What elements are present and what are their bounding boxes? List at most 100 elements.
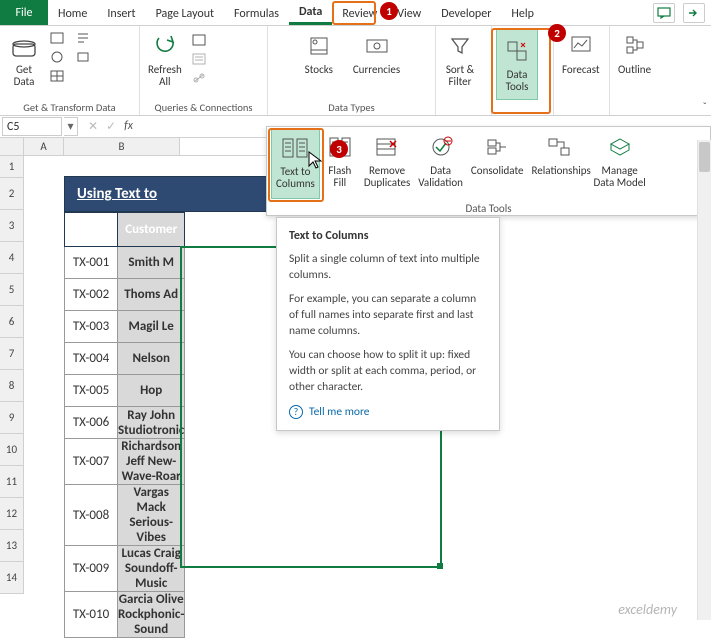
relationships-icon: [543, 131, 575, 163]
share-icon[interactable]: [683, 3, 705, 23]
cursor-icon: [307, 150, 323, 170]
table-row[interactable]: TX-006Ray John Studiotronic: [65, 407, 185, 439]
tooltip-text-to-columns: Text to Columns Split a single column of…: [276, 217, 500, 431]
currencies-icon: [361, 30, 393, 62]
row-header[interactable]: 1: [0, 156, 24, 178]
get-data-button[interactable]: Get Data: [4, 28, 44, 90]
manage-data-model-icon: [604, 131, 636, 163]
edit-links-icon[interactable]: [190, 70, 208, 86]
comments-icon[interactable]: [653, 3, 675, 23]
table-row[interactable]: TX-007Richardson Jeff New-Wave-Roar: [65, 439, 185, 485]
consolidate-button[interactable]: Consolidate: [467, 129, 528, 199]
from-table-icon[interactable]: [48, 68, 66, 84]
table-row[interactable]: TX-001Smith M: [65, 247, 185, 279]
row-header[interactable]: 9: [0, 402, 24, 434]
data-tools-icon: [501, 35, 533, 67]
relationships-button[interactable]: Relationships: [528, 129, 590, 199]
tab-help[interactable]: Help: [501, 0, 544, 25]
data-tools-popout: Text to Columns Flash Fill Remove Duplic…: [266, 126, 711, 216]
collapse-ribbon-icon[interactable]: ˇ: [703, 100, 707, 113]
consolidate-icon: [481, 131, 513, 163]
tab-data[interactable]: Data: [289, 0, 332, 25]
row-header[interactable]: 7: [0, 338, 24, 370]
row-header[interactable]: 13: [0, 530, 24, 562]
table-row[interactable]: TX-009Lucas Craig Soundoff-Music: [65, 546, 185, 592]
tooltip-text: You can choose how to split it up: fixed…: [289, 347, 487, 395]
group-label-datatypes: Data Types: [272, 100, 431, 115]
file-tab[interactable]: File: [0, 0, 48, 25]
tooltip-text: Split a single column of text into multi…: [289, 251, 487, 283]
tooltip-title: Text to Columns: [289, 228, 487, 245]
from-text-icon[interactable]: [48, 30, 66, 46]
row-header[interactable]: 11: [0, 466, 24, 498]
watermark: exceldemy: [618, 601, 677, 618]
remove-duplicates-icon: [371, 131, 403, 163]
tab-strip: File Home Insert Page Layout Formulas Da…: [0, 0, 711, 26]
forecast-icon: [565, 30, 597, 62]
recent-sources-icon[interactable]: [74, 30, 92, 46]
funnel-icon: [444, 30, 476, 62]
queries-icon[interactable]: [190, 32, 208, 48]
refresh-all-button[interactable]: Refresh All: [144, 28, 186, 90]
fill-handle[interactable]: [437, 563, 443, 569]
row-header[interactable]: 2: [0, 178, 24, 210]
remove-duplicates-button[interactable]: Remove Duplicates: [360, 129, 414, 199]
callout-num-2: 2: [548, 24, 566, 42]
enter-formula-icon[interactable]: ✓: [106, 119, 116, 134]
row-header[interactable]: 10: [0, 434, 24, 466]
table-row[interactable]: TX-002Thoms Ad: [65, 279, 185, 311]
data-validation-icon: [425, 131, 457, 163]
col-header-a[interactable]: A: [24, 138, 64, 155]
from-web-icon[interactable]: [48, 49, 66, 65]
popout-group-label: Data Tools: [267, 201, 710, 216]
select-all-corner[interactable]: [0, 138, 24, 155]
stocks-icon: [303, 30, 335, 62]
row-header[interactable]: 5: [0, 274, 24, 306]
tell-me-more-link[interactable]: ? Tell me more: [289, 404, 487, 420]
tab-developer[interactable]: Developer: [431, 0, 501, 25]
name-box[interactable]: C5: [2, 117, 62, 136]
table-row[interactable]: TX-004Nelson: [65, 343, 185, 375]
cancel-formula-icon[interactable]: ✕: [88, 119, 98, 134]
group-label-get: Get & Transform Data: [4, 100, 135, 115]
table-row[interactable]: TX-008Vargas Mack Serious-Vibes: [65, 485, 185, 546]
outline-icon: [619, 30, 651, 62]
tab-review[interactable]: Review: [332, 0, 387, 25]
row-header[interactable]: 6: [0, 306, 24, 338]
header-customer-id[interactable]: Customer ID: [65, 213, 118, 247]
row-header[interactable]: 12: [0, 498, 24, 530]
text-to-columns-button[interactable]: Text to Columns: [271, 129, 320, 199]
col-header-b[interactable]: B: [64, 138, 180, 155]
outline-button[interactable]: Outline: [614, 28, 655, 78]
row-header[interactable]: 8: [0, 370, 24, 402]
properties-icon[interactable]: [190, 51, 208, 67]
currencies-button[interactable]: Currencies: [349, 28, 404, 78]
tab-formulas[interactable]: Formulas: [224, 0, 289, 25]
sort-filter-button[interactable]: Sort & Filter: [440, 28, 480, 90]
callout-num-3: 3: [330, 140, 348, 158]
refresh-icon: [149, 30, 181, 62]
tab-page-layout[interactable]: Page Layout: [146, 0, 224, 25]
data-table: Customer ID Customer TX-001Smith M TX-00…: [64, 212, 185, 638]
table-row[interactable]: TX-005Hop: [65, 375, 185, 407]
row-header[interactable]: 3: [0, 210, 24, 242]
scroll-thumb[interactable]: [699, 142, 710, 172]
data-tools-button[interactable]: Data Tools: [496, 28, 538, 100]
tooltip-text: For example, you can separate a column o…: [289, 291, 487, 339]
get-data-icon: [8, 30, 40, 62]
tab-home[interactable]: Home: [48, 0, 97, 25]
tab-insert[interactable]: Insert: [97, 0, 145, 25]
vertical-scrollbar[interactable]: [697, 140, 711, 620]
fx-icon[interactable]: fx: [124, 119, 133, 134]
table-row[interactable]: TX-003Magil Le: [65, 311, 185, 343]
table-row[interactable]: TX-010Garcia Olive Rockphonic-Sound: [65, 592, 185, 638]
ribbon: Get Data Get & Transform Data Refresh Al…: [0, 26, 711, 116]
manage-data-model-button[interactable]: Manage Data Model: [590, 129, 650, 199]
existing-conn-icon[interactable]: [74, 49, 92, 65]
stocks-button[interactable]: Stocks: [299, 28, 339, 78]
header-customer-name[interactable]: Customer: [118, 213, 185, 247]
name-box-dropdown[interactable]: ▾: [64, 117, 78, 136]
data-validation-button[interactable]: Data Validation: [414, 129, 467, 199]
row-header[interactable]: 4: [0, 242, 24, 274]
row-header[interactable]: 14: [0, 562, 24, 594]
